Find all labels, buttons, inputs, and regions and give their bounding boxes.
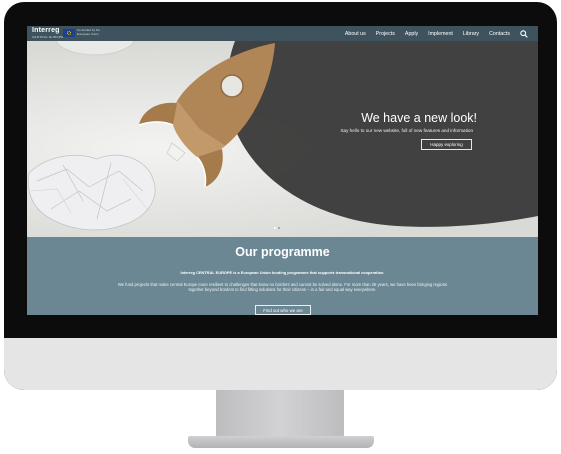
search-icon[interactable] xyxy=(520,29,528,38)
programme-title: Our programme xyxy=(235,245,330,259)
monitor-stand-base xyxy=(188,436,374,448)
programme-body: We fund projects that make central Europ… xyxy=(117,282,448,293)
eu-cofunded-text: Co-funded by the European Union xyxy=(77,28,101,36)
programme-lead: Interreg CENTRAL EUROPE is a European Un… xyxy=(180,270,385,275)
eu-flag-icon xyxy=(63,29,75,37)
monitor-chin xyxy=(4,338,557,390)
find-out-who-we-are-button[interactable]: Find out who we are xyxy=(255,305,311,315)
interreg-logo[interactable]: Interreg xyxy=(32,27,60,34)
carousel-dots xyxy=(273,227,281,229)
hero-subtitle: Say hello to our new website, full of ne… xyxy=(340,128,473,133)
interreg-logo-subtitle: CENTRAL EUROPE xyxy=(32,35,64,39)
nav-projects[interactable]: Projects xyxy=(376,31,395,37)
hero-banner: We have a new look! Say hello to our new… xyxy=(27,41,538,237)
hero-title: We have a new look! xyxy=(361,111,477,125)
main-nav: About us Projects Apply Implement Librar… xyxy=(335,26,528,41)
programme-section: Our programme Interreg CENTRAL EUROPE is… xyxy=(27,237,538,315)
screen: Interreg CENTRAL EUROPE Co-funded by the… xyxy=(27,26,538,315)
monitor-stand-neck xyxy=(216,390,344,440)
nav-implement[interactable]: Implement xyxy=(428,31,453,37)
nav-apply[interactable]: Apply xyxy=(405,31,418,37)
carousel-dot[interactable] xyxy=(278,227,280,229)
nav-about-us[interactable]: About us xyxy=(345,31,366,37)
nav-contacts[interactable]: Contacts xyxy=(489,31,510,37)
happy-exploring-button[interactable]: Happy exploring xyxy=(421,139,472,150)
top-navigation-bar: Interreg CENTRAL EUROPE Co-funded by the… xyxy=(27,26,538,41)
nav-library[interactable]: Library xyxy=(463,31,479,37)
carousel-dot[interactable] xyxy=(274,227,276,229)
